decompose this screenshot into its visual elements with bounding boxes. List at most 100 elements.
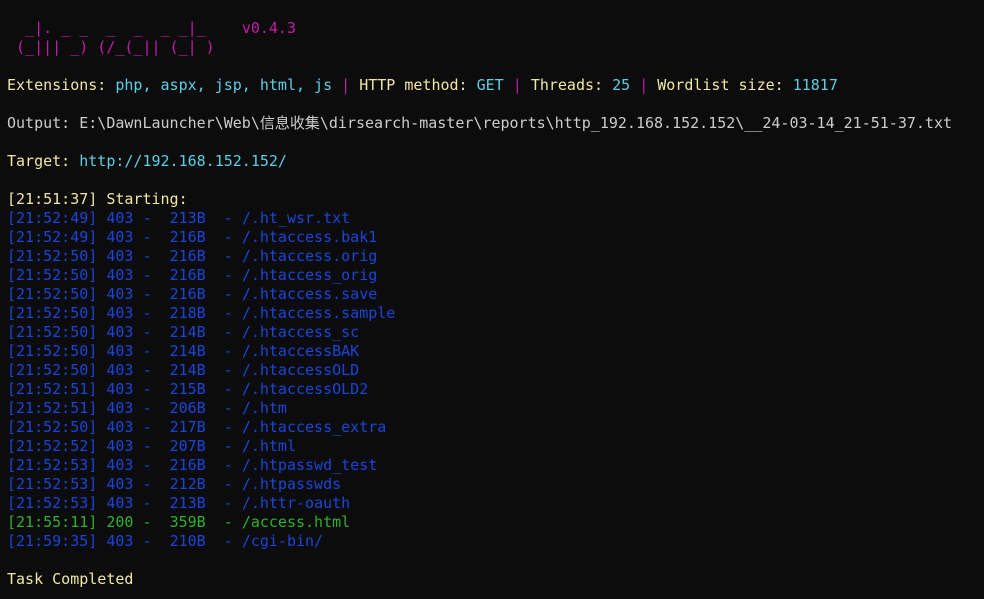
result-path: /cgi-bin/ bbox=[241, 532, 324, 550]
response-size: 216B bbox=[169, 228, 206, 246]
extensions-value: php, aspx, jsp, html, js bbox=[115, 76, 333, 94]
result-time: [21:52:51] bbox=[7, 380, 98, 398]
response-size: 206B bbox=[169, 399, 206, 417]
response-size: 216B bbox=[169, 456, 206, 474]
result-path: /.httr-oauth bbox=[241, 494, 351, 512]
result-row: [21:52:49] 403 - 213B - /.ht_wsr.txt bbox=[7, 209, 984, 228]
result-time: [21:52:52] bbox=[7, 437, 98, 455]
dash: - bbox=[142, 342, 152, 360]
dash: - bbox=[142, 418, 152, 436]
status-code: 403 bbox=[106, 361, 134, 379]
dash: - bbox=[223, 342, 233, 360]
dash: - bbox=[223, 532, 233, 550]
dash: - bbox=[223, 266, 233, 284]
result-time: [21:52:50] bbox=[7, 418, 98, 436]
status-code: 403 bbox=[106, 342, 134, 360]
result-path: /.htaccess.bak1 bbox=[241, 228, 378, 246]
result-time: [21:52:53] bbox=[7, 456, 98, 474]
status-code: 403 bbox=[106, 209, 134, 227]
banner-art-line-2: (_||| _) (/_(_|| (_| ) bbox=[7, 38, 215, 56]
dash: - bbox=[142, 532, 152, 550]
status-code: 403 bbox=[106, 285, 134, 303]
output-label: Output: bbox=[7, 114, 71, 132]
status-code: 403 bbox=[106, 494, 134, 512]
response-size: 207B bbox=[169, 437, 206, 455]
result-row: [21:52:50] 403 - 216B - /.htaccess_orig bbox=[7, 266, 984, 285]
result-time: [21:52:53] bbox=[7, 475, 98, 493]
start-time: [21:51:37] bbox=[7, 190, 98, 208]
response-size: 210B bbox=[169, 532, 206, 550]
response-size: 359B bbox=[169, 513, 206, 531]
result-time: [21:55:11] bbox=[7, 513, 98, 531]
result-row: [21:52:53] 403 - 212B - /.htpasswds bbox=[7, 475, 984, 494]
response-size: 218B bbox=[169, 304, 206, 322]
result-row: [21:52:52] 403 - 207B - /.html bbox=[7, 437, 984, 456]
status-code: 403 bbox=[106, 323, 134, 341]
target-line: Target: http://192.168.152.152/ bbox=[7, 152, 984, 171]
banner-art-line-1: _|. _ _ _ _ _ _|_ v0.4.3 bbox=[7, 19, 296, 37]
status-code: 403 bbox=[106, 247, 134, 265]
dash: - bbox=[223, 437, 233, 455]
status-code: 403 bbox=[106, 304, 134, 322]
separator: | bbox=[512, 76, 522, 94]
starting-line: [21:51:37] Starting: bbox=[7, 190, 984, 209]
result-row: [21:52:49] 403 - 216B - /.htaccess.bak1 bbox=[7, 228, 984, 247]
dash: - bbox=[223, 323, 233, 341]
dash: - bbox=[223, 228, 233, 246]
dash: - bbox=[142, 399, 152, 417]
status-code: 403 bbox=[106, 228, 134, 246]
result-time: [21:52:51] bbox=[7, 399, 98, 417]
threads-label: Threads: bbox=[530, 76, 604, 94]
dash: - bbox=[223, 380, 233, 398]
dash: - bbox=[142, 209, 152, 227]
result-path: /.htaccess_orig bbox=[241, 266, 378, 284]
result-row: [21:52:50] 403 - 214B - /.htaccessOLD bbox=[7, 361, 984, 380]
status-code: 403 bbox=[106, 456, 134, 474]
threads-value: 25 bbox=[612, 76, 631, 94]
dash: - bbox=[223, 513, 233, 531]
result-row: [21:52:50] 403 - 216B - /.htaccess.save bbox=[7, 285, 984, 304]
config-line: Extensions: php, aspx, jsp, html, js | H… bbox=[7, 76, 984, 95]
response-size: 213B bbox=[169, 209, 206, 227]
result-path: /access.html bbox=[241, 513, 351, 531]
result-row: [21:55:11] 200 - 359B - /access.html bbox=[7, 513, 984, 532]
dash: - bbox=[142, 456, 152, 474]
status-code: 403 bbox=[106, 399, 134, 417]
result-path: /.htaccess.sample bbox=[241, 304, 396, 322]
dash: - bbox=[142, 494, 152, 512]
version-label: v0.4.3 bbox=[241, 19, 296, 37]
terminal-window[interactable]: _|. _ _ _ _ _ _|_ v0.4.3 (_||| _) (/_(_|… bbox=[0, 0, 984, 599]
output-line: Output: E:\DawnLauncher\Web\信息收集\dirsear… bbox=[7, 114, 984, 133]
result-path: /.htaccessBAK bbox=[241, 342, 360, 360]
result-path: /.htaccessOLD2 bbox=[241, 380, 369, 398]
extensions-label: Extensions: bbox=[7, 76, 107, 94]
dash: - bbox=[223, 456, 233, 474]
result-path: /.htpasswd_test bbox=[241, 456, 378, 474]
dash: - bbox=[142, 475, 152, 493]
status-code: 403 bbox=[106, 266, 134, 284]
result-time: [21:52:50] bbox=[7, 323, 98, 341]
status-code: 403 bbox=[106, 418, 134, 436]
result-row: [21:52:50] 403 - 214B - /.htaccess_sc bbox=[7, 323, 984, 342]
dash: - bbox=[142, 228, 152, 246]
dash: - bbox=[223, 494, 233, 512]
result-path: /.htaccess.orig bbox=[241, 247, 378, 265]
result-path: /.htaccess_sc bbox=[241, 323, 360, 341]
result-time: [21:52:49] bbox=[7, 209, 98, 227]
result-row: [21:52:51] 403 - 215B - /.htaccessOLD2 bbox=[7, 380, 984, 399]
separator: | bbox=[341, 76, 351, 94]
response-size: 216B bbox=[169, 247, 206, 265]
dash: - bbox=[223, 399, 233, 417]
result-time: [21:52:50] bbox=[7, 361, 98, 379]
status-code: 403 bbox=[106, 437, 134, 455]
dash: - bbox=[223, 361, 233, 379]
result-path: /.ht_wsr.txt bbox=[241, 209, 351, 227]
task-completed-message: Task Completed bbox=[7, 570, 134, 588]
dash: - bbox=[142, 380, 152, 398]
result-row: [21:59:35] 403 - 210B - /cgi-bin/ bbox=[7, 532, 984, 551]
result-time: [21:52:50] bbox=[7, 304, 98, 322]
dash: - bbox=[223, 475, 233, 493]
result-path: /.htpasswds bbox=[241, 475, 342, 493]
response-size: 216B bbox=[169, 266, 206, 284]
response-size: 214B bbox=[169, 361, 206, 379]
